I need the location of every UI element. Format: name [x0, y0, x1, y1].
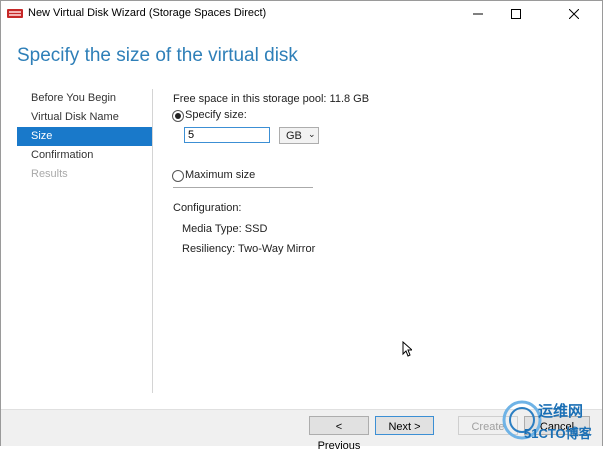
horizontal-divider — [173, 187, 313, 188]
watermark-text-1: 运维网 — [538, 403, 584, 420]
watermark-text-2: 51CTO博客 — [524, 426, 592, 441]
window-title: New Virtual Disk Wizard (Storage Spaces … — [28, 7, 267, 19]
previous-button[interactable]: < Previous — [309, 416, 369, 452]
maximum-size-radio[interactable] — [172, 170, 184, 182]
maximum-size-label[interactable]: Maximum size — [185, 169, 255, 181]
step-results: Results — [31, 168, 68, 180]
wizard-steps-nav: Before You Begin Virtual Disk Name Size … — [17, 89, 153, 184]
next-button[interactable]: Next > — [375, 416, 434, 435]
step-size[interactable]: Size — [17, 127, 153, 146]
close-icon — [569, 9, 579, 19]
unit-dropdown[interactable]: GB ⌄ — [279, 127, 319, 144]
close-button[interactable] — [547, 1, 601, 27]
specify-size-label[interactable]: Specify size: — [185, 109, 247, 121]
size-input[interactable] — [184, 127, 270, 143]
unit-selected-value: GB — [286, 130, 302, 142]
mouse-pointer-icon — [402, 341, 412, 357]
maximize-button[interactable] — [497, 1, 535, 27]
minimize-icon — [473, 13, 483, 15]
chevron-down-icon: ⌄ — [308, 129, 316, 139]
vertical-divider — [152, 89, 153, 393]
free-space-text: Free space in this storage pool: 11.8 GB — [173, 93, 370, 105]
specify-size-radio[interactable] — [172, 110, 184, 122]
page-title: Specify the size of the virtual disk — [17, 45, 298, 66]
minimize-button[interactable] — [459, 1, 497, 27]
step-confirmation[interactable]: Confirmation — [17, 146, 153, 165]
step-before-you-begin[interactable]: Before You Begin — [17, 89, 153, 108]
title-bar[interactable]: New Virtual Disk Wizard (Storage Spaces … — [1, 1, 602, 27]
wizard-window: New Virtual Disk Wizard (Storage Spaces … — [0, 0, 603, 446]
media-type-text: Media Type: SSD — [182, 223, 268, 235]
resiliency-text: Resiliency: Two-Way Mirror — [182, 243, 316, 255]
step-virtual-disk-name[interactable]: Virtual Disk Name — [17, 108, 153, 127]
storage-app-icon — [7, 9, 23, 18]
configuration-label: Configuration: — [173, 202, 242, 214]
maximize-icon — [511, 9, 521, 19]
